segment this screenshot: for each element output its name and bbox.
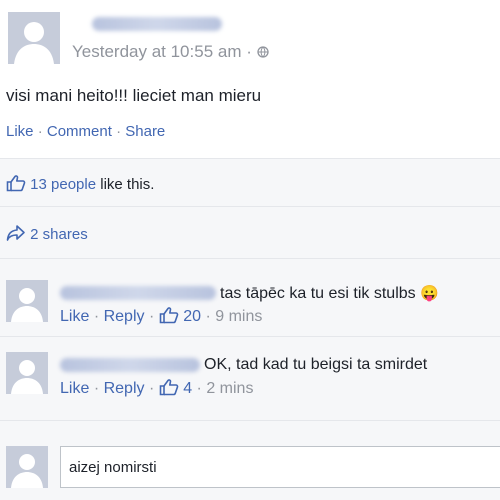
comment-time[interactable]: 9 mins [215,308,262,325]
action-separator: · [116,123,122,140]
comment-like-count[interactable]: 20 [183,308,201,325]
action-separator: · [148,308,155,325]
default-avatar-icon [6,352,48,394]
share-button[interactable]: Share [125,123,165,140]
comment-text: OK, tad kad tu beigsi ta smirdet [204,356,427,374]
post-timestamp[interactable]: Yesterday at 10:55 am [72,42,242,61]
action-separator: · [205,308,211,325]
default-avatar-icon [8,12,60,64]
default-avatar-icon [6,446,48,488]
comment-body: tas tāpēc ka tu esi tik stulbs [220,285,416,302]
current-user-avatar[interactable] [6,446,48,488]
likes-summary: 13 people like this. [6,174,154,193]
post-meta: Yesterday at 10:55 am · [72,42,269,62]
comment-author-name-redacted[interactable] [60,286,216,300]
comment-avatar[interactable] [6,352,48,394]
meta-separator: · [246,42,252,61]
action-separator: · [93,380,100,397]
divider [0,420,500,421]
comment-actions: Like · Reply · 20 · 9 mins [60,306,262,326]
comment-input[interactable] [60,446,500,488]
divider [0,206,500,207]
thumbs-up-icon [6,174,26,192]
comment-time[interactable]: 2 mins [206,380,253,397]
comment-text: tas tāpēc ka tu esi tik stulbs 😛 [220,284,439,303]
post-actions: Like · Comment · Share [6,123,165,140]
post-author-name-redacted[interactable] [92,17,222,31]
action-separator: · [93,308,100,325]
thumbs-up-icon [159,378,179,396]
tongue-emoji-icon: 😛 [420,285,439,302]
share-arrow-icon [6,224,26,242]
comment-button[interactable]: Comment [47,123,112,140]
comment-reply-button[interactable]: Reply [104,380,145,397]
shares-summary: 2 shares [6,224,88,243]
divider [0,258,500,259]
shares-count-link[interactable]: 2 shares [30,226,88,243]
thumbs-up-icon [159,306,179,324]
comment-like-count[interactable]: 4 [183,380,192,397]
comment-actions: Like · Reply · 4 · 2 mins [60,378,253,398]
comment-author-name-redacted[interactable] [60,358,200,372]
divider [0,336,500,337]
likes-count-link[interactable]: 13 people [30,176,96,193]
like-button[interactable]: Like [6,123,34,140]
default-avatar-icon [6,280,48,322]
comment-reply-button[interactable]: Reply [104,308,145,325]
post-text: visi mani heito!!! lieciet man mieru [6,86,262,105]
comment-body: OK, tad kad tu beigsi ta smirdet [204,356,428,373]
comment-avatar[interactable] [6,280,48,322]
post-author-avatar[interactable] [8,12,60,64]
action-separator: · [37,123,43,140]
likes-suffix: like this. [100,176,155,193]
globe-icon[interactable] [256,43,269,58]
comment-like-button[interactable]: Like [60,308,89,325]
action-separator: · [148,380,155,397]
divider [0,158,500,159]
comment-like-button[interactable]: Like [60,380,89,397]
action-separator: · [196,380,202,397]
